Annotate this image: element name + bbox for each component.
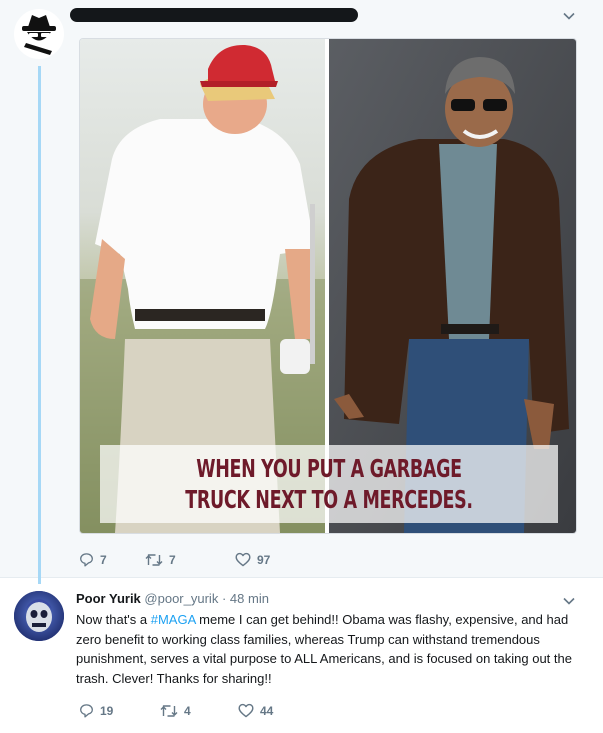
meme-image[interactable]: WHEN YOU PUT A GARBAGE TRUCK NEXT TO A M… xyxy=(79,38,577,534)
retweet-icon xyxy=(145,553,163,566)
chevron-down-icon[interactable] xyxy=(562,594,576,608)
display-name[interactable]: Poor Yurik xyxy=(76,591,141,606)
reply-count: 7 xyxy=(100,552,107,567)
reply-tweet[interactable]: Poor Yurik @poor_yurik · 48 min Now that… xyxy=(0,578,603,733)
tweet-actions: 7 7 97 xyxy=(79,552,305,567)
retweet-button[interactable]: 4 xyxy=(160,704,238,718)
retweet-count: 7 xyxy=(169,552,176,567)
user-handle[interactable]: @poor_yurik xyxy=(144,591,218,606)
avatar[interactable] xyxy=(14,591,64,641)
like-button[interactable]: 44 xyxy=(238,703,308,718)
timestamp[interactable]: 48 min xyxy=(230,591,269,606)
hashtag-link[interactable]: #MAGA xyxy=(151,612,196,627)
meme-caption: WHEN YOU PUT A GARBAGE TRUCK NEXT TO A M… xyxy=(185,454,473,514)
retweet-icon xyxy=(160,704,178,717)
like-count: 44 xyxy=(260,703,274,718)
chevron-down-icon[interactable] xyxy=(562,9,576,23)
tweet-text-part: Now that's a xyxy=(76,612,151,627)
heart-icon xyxy=(238,703,254,718)
separator: · xyxy=(221,591,227,606)
tweet-actions: 19 4 44 xyxy=(79,703,308,718)
like-button[interactable]: 97 xyxy=(235,552,305,567)
avatar[interactable] xyxy=(14,9,64,59)
reply-icon xyxy=(80,704,93,718)
reply-icon xyxy=(80,553,93,567)
retweet-count: 4 xyxy=(184,703,191,718)
heart-icon xyxy=(235,552,251,567)
redacted-username xyxy=(70,8,358,22)
like-count: 97 xyxy=(257,552,271,567)
tweet-text: Now that's a #MAGA meme I can get behind… xyxy=(76,610,576,688)
reply-button[interactable]: 19 xyxy=(79,703,160,718)
reply-count: 19 xyxy=(100,703,114,718)
tweet-header: Poor Yurik @poor_yurik · 48 min xyxy=(76,591,269,606)
meme-caption-box: WHEN YOU PUT A GARBAGE TRUCK NEXT TO A M… xyxy=(100,445,558,523)
original-tweet[interactable]: WHEN YOU PUT A GARBAGE TRUCK NEXT TO A M… xyxy=(0,0,603,578)
thread-connector xyxy=(38,66,41,584)
reply-button[interactable]: 7 xyxy=(79,552,145,567)
retweet-button[interactable]: 7 xyxy=(145,553,235,567)
